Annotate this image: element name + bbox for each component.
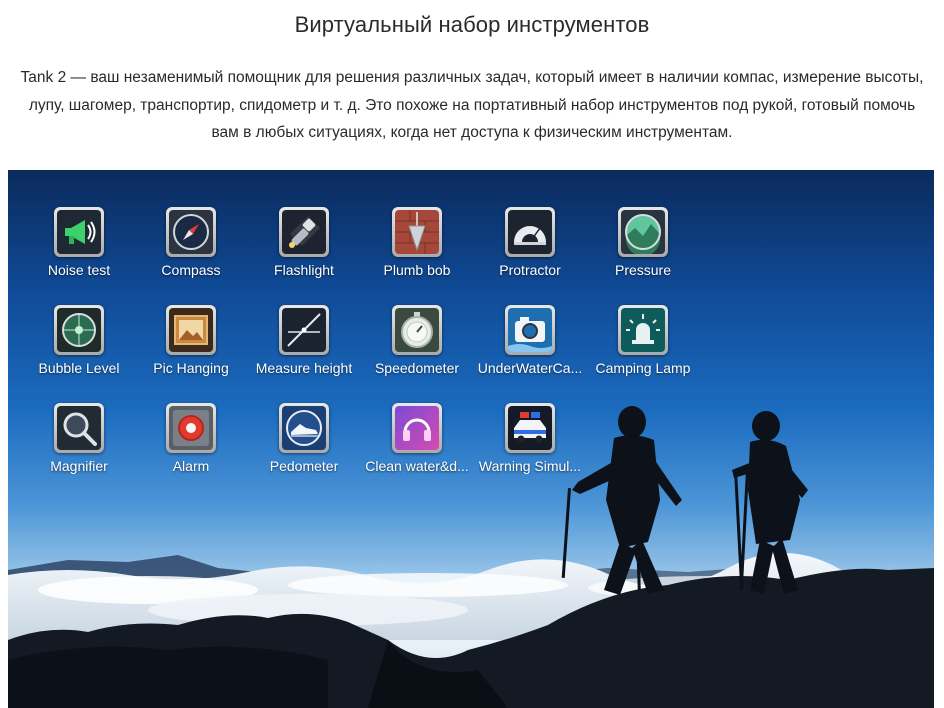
beacon-lamp-icon: [621, 308, 665, 352]
plumb-bob-icon: [395, 210, 439, 254]
police-car-icon: [508, 406, 552, 450]
shoe-icon: [282, 406, 326, 450]
app-alarm[interactable]: Alarm: [135, 403, 247, 495]
stopwatch-icon: [395, 308, 439, 352]
app-measure-height[interactable]: Measure height: [248, 305, 360, 397]
app-speedometer[interactable]: Speedometer: [361, 305, 473, 397]
app-flashlight[interactable]: Flashlight: [248, 207, 360, 299]
page-description: Tank 2 — ваш незаменимый помощник для ре…: [20, 69, 924, 141]
underwater-camera-icon: [508, 308, 552, 352]
app-pedometer[interactable]: Pedometer: [248, 403, 360, 495]
app-protractor[interactable]: Protractor: [474, 207, 586, 299]
app-magnifier[interactable]: Magnifier: [23, 403, 135, 495]
app-plumb-bob[interactable]: Plumb bob: [361, 207, 473, 299]
app-pressure[interactable]: Pressure: [587, 207, 699, 299]
magnifier-icon: [57, 406, 101, 450]
app-icon-grid: Noise test Compass Flashlight Plumb bob …: [8, 170, 934, 708]
headphones-icon: [395, 406, 439, 450]
app-bubble-level[interactable]: Bubble Level: [23, 305, 135, 397]
app-clean-water[interactable]: Clean water&d...: [361, 403, 473, 495]
picture-frame-icon: [169, 308, 213, 352]
app-pic-hanging[interactable]: Pic Hanging: [135, 305, 247, 397]
flashlight-icon: [282, 210, 326, 254]
app-compass[interactable]: Compass: [135, 207, 247, 299]
phone-home-screen: Noise test Compass Flashlight Plumb bob …: [8, 170, 934, 708]
app-camping-lamp[interactable]: Camping Lamp: [587, 305, 699, 397]
pressure-icon: [621, 210, 665, 254]
megaphone-icon: [57, 210, 101, 254]
bubble-level-icon: [57, 308, 101, 352]
app-warning-simulator[interactable]: Warning Simul...: [474, 403, 586, 495]
alarm-button-icon: [169, 406, 213, 450]
compass-icon: [169, 210, 213, 254]
app-underwater-camera[interactable]: UnderWaterCa...: [474, 305, 586, 397]
protractor-icon: [508, 210, 552, 254]
page-title: Виртуальный набор инструментов: [294, 12, 650, 37]
measure-height-icon: [282, 308, 326, 352]
app-noise-test[interactable]: Noise test: [23, 207, 135, 299]
